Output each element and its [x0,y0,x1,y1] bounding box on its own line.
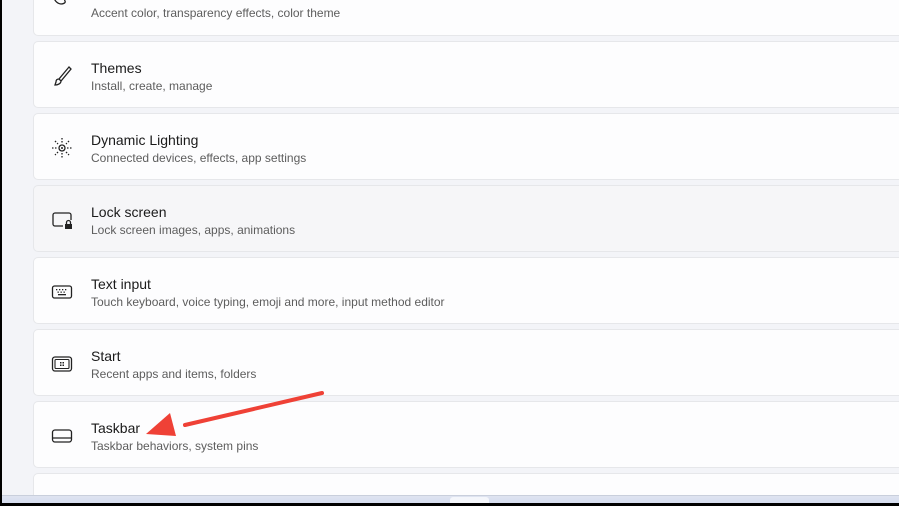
settings-item-text-input[interactable]: Text input Touch keyboard, voice typing,… [33,257,899,324]
settings-item-colors[interactable]: Accent color, transparency effects, colo… [33,0,899,36]
settings-item-themes[interactable]: Themes Install, create, manage [33,41,899,108]
taskbar-active-item[interactable] [450,497,489,503]
taskbar-icon [51,429,73,443]
settings-item-start[interactable]: Start Recent apps and items, folders [33,329,899,396]
item-title: Taskbar [91,420,141,436]
settings-item-next[interactable] [33,473,899,495]
item-title: Dynamic Lighting [91,132,199,148]
settings-personalization-page: Accent color, transparency effects, colo… [2,0,899,495]
item-title: Text input [91,276,151,292]
brush-icon [54,66,72,86]
lighting-icon [52,138,72,158]
settings-item-lock-screen[interactable]: Lock screen Lock screen images, apps, an… [33,185,899,252]
item-subtitle: Taskbar behaviors, system pins [91,439,259,453]
start-icon [51,356,73,372]
item-title: Lock screen [91,204,167,220]
settings-item-dynamic-lighting[interactable]: Dynamic Lighting Connected devices, effe… [33,113,899,180]
lock-screen-icon [52,212,72,229]
settings-item-taskbar[interactable]: Taskbar Taskbar behaviors, system pins [33,401,899,468]
item-subtitle: Touch keyboard, voice typing, emoji and … [91,295,445,309]
item-subtitle: Accent color, transparency effects, colo… [91,6,341,20]
item-title: Start [91,348,121,364]
palette-icon [54,0,66,5]
item-title: Themes [91,60,142,76]
keyboard-icon [51,285,73,299]
item-subtitle: Install, create, manage [91,79,213,93]
item-subtitle: Recent apps and items, folders [91,367,257,381]
item-subtitle: Connected devices, effects, app settings [91,151,307,165]
item-subtitle: Lock screen images, apps, animations [91,223,296,237]
